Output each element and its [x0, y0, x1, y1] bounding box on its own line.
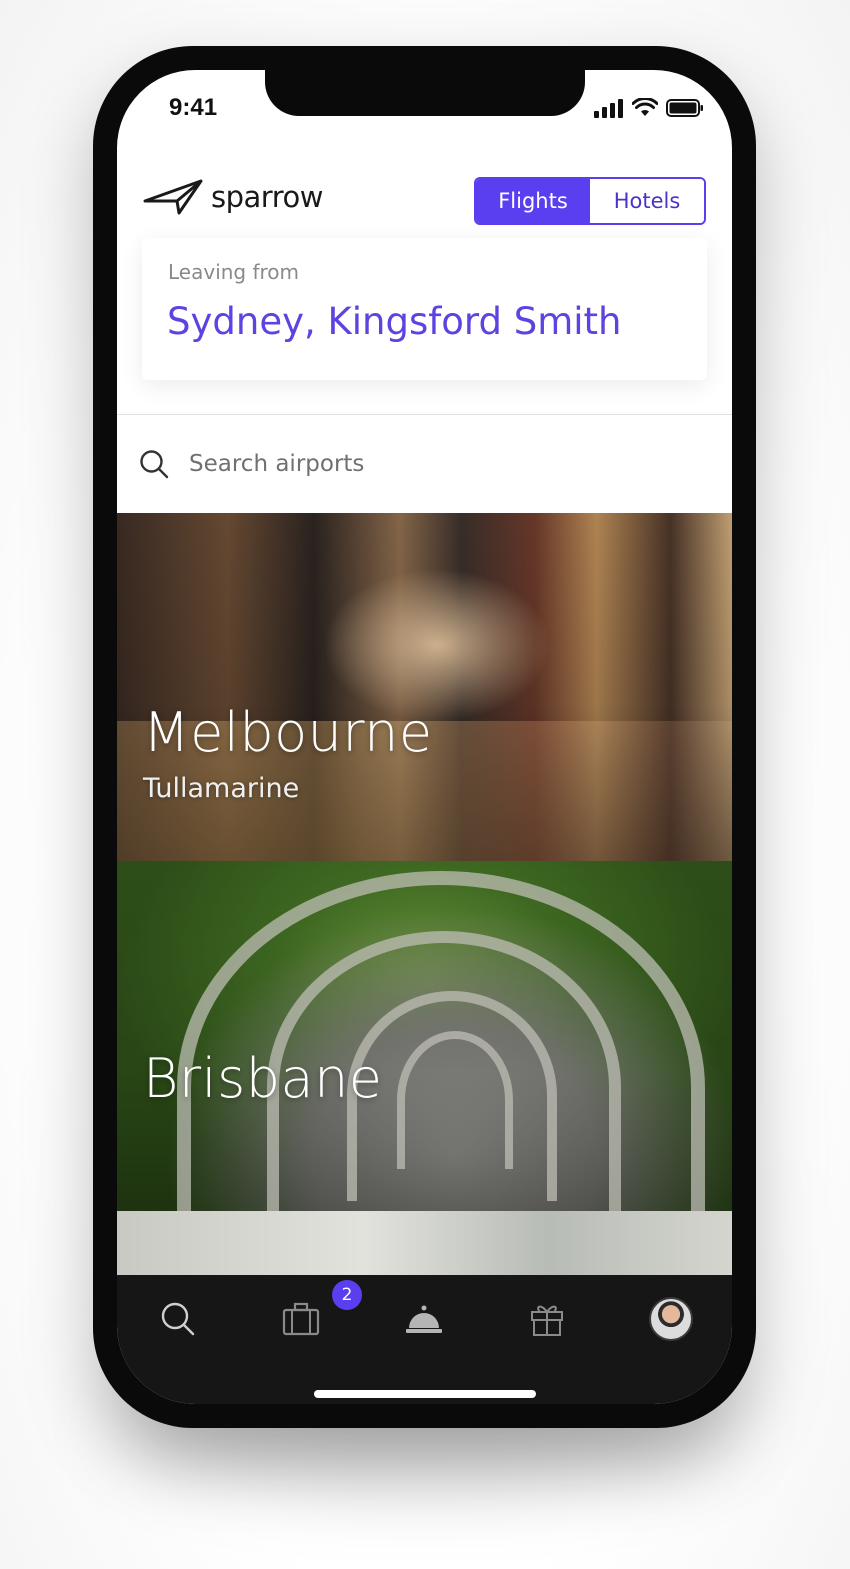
search-icon — [140, 450, 169, 479]
leaving-from-value: Sydney, Kingsford Smith — [167, 300, 622, 343]
tab-profile[interactable] — [647, 1295, 695, 1343]
notch — [265, 70, 585, 116]
destination-card-brisbane[interactable]: Brisbane — [117, 861, 732, 1211]
trips-badge: 2 — [332, 1280, 362, 1310]
service-bell-icon — [406, 1305, 442, 1333]
destination-city: Brisbane — [143, 1047, 383, 1110]
destination-card-partial[interactable] — [117, 1211, 732, 1275]
suitcase-icon — [282, 1302, 320, 1336]
home-indicator — [314, 1390, 536, 1398]
tab-flights[interactable]: Flights — [476, 179, 590, 223]
screen: 9:41 sparrow Flights Hotels Leaving from… — [117, 70, 732, 1404]
leaving-from-label: Leaving from — [168, 260, 300, 284]
signal-icon — [594, 99, 623, 118]
mode-segmented-control: Flights Hotels — [474, 177, 706, 225]
destination-airport: Tullamarine — [143, 773, 300, 804]
search-input[interactable] — [187, 441, 691, 487]
gift-icon — [531, 1305, 563, 1336]
destination-city: Melbourne — [143, 701, 433, 764]
sparrow-logo-icon — [143, 179, 203, 215]
logo-text: sparrow — [211, 180, 323, 214]
app-header: sparrow Flights Hotels — [117, 165, 732, 245]
stage: 9:41 sparrow Flights Hotels Leaving from… — [0, 0, 850, 1569]
tab-search[interactable] — [154, 1295, 202, 1343]
tab-services[interactable] — [400, 1295, 448, 1343]
tab-trips[interactable] — [277, 1295, 325, 1343]
leaving-from-card[interactable]: Leaving from Sydney, Kingsford Smith — [142, 238, 707, 380]
arch-decoration — [397, 1031, 513, 1169]
battery-icon — [666, 99, 703, 117]
logo: sparrow — [143, 177, 323, 217]
wifi-icon — [632, 98, 658, 116]
tab-rewards[interactable] — [523, 1295, 571, 1343]
avatar — [649, 1297, 693, 1341]
search-icon — [161, 1302, 195, 1336]
status-icons — [594, 98, 704, 118]
tab-hotels[interactable]: Hotels — [590, 179, 704, 223]
phone-frame: 9:41 sparrow Flights Hotels Leaving from… — [93, 46, 756, 1428]
search-bar — [117, 415, 732, 513]
bottom-tab-bar: 2 — [117, 1275, 732, 1404]
destination-card-melbourne[interactable]: Melbourne Tullamarine — [117, 513, 732, 861]
status-time: 9:41 — [169, 94, 218, 121]
